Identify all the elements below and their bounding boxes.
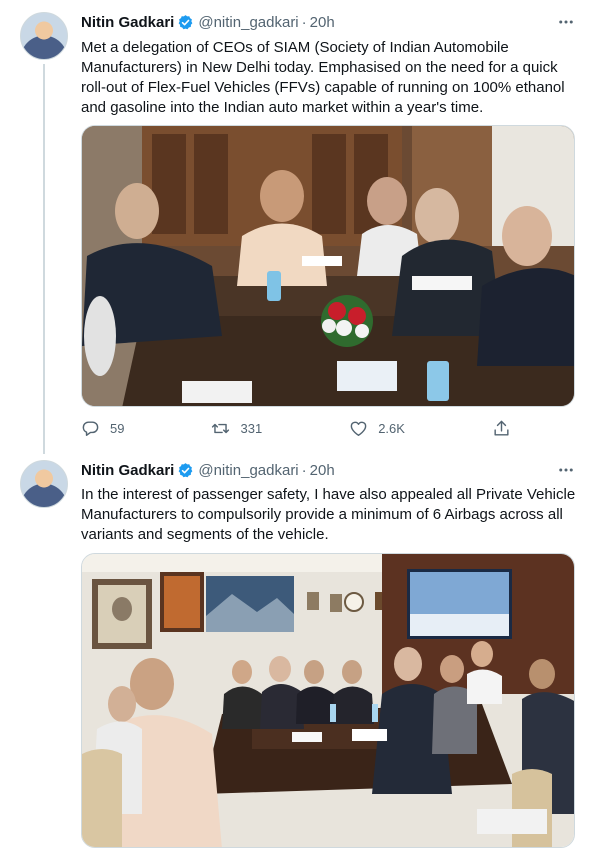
avatar[interactable] <box>20 460 68 508</box>
author-handle[interactable]: @nitin_gadkari <box>198 462 298 479</box>
reply-icon <box>82 420 99 436</box>
retweet-button[interactable]: 331 <box>211 419 262 438</box>
reply-button[interactable]: 59 <box>81 419 124 438</box>
tweet-text: Met a delegation of CEOs of SIAM (Societ… <box>81 39 565 116</box>
more-options-icon[interactable] <box>556 12 576 32</box>
retweet-icon <box>212 423 230 433</box>
tweet-actions: 59 331 2.6K <box>81 418 511 438</box>
author-handle[interactable]: @nitin_gadkari <box>198 14 298 31</box>
more-options-icon[interactable] <box>556 460 576 480</box>
author-name[interactable]: Nitin Gadkari <box>81 14 174 31</box>
reply-count: 59 <box>110 420 125 436</box>
timestamp[interactable]: 20h <box>310 14 335 31</box>
like-button[interactable]: 2.6K <box>349 419 405 438</box>
verified-badge-icon <box>178 462 193 477</box>
tweet-text: In the interest of passenger safety, I h… <box>81 486 576 543</box>
like-count: 2.6K <box>378 420 405 436</box>
like-icon <box>350 421 367 436</box>
retweet-count: 331 <box>240 420 263 436</box>
tweet-photo[interactable] <box>81 553 575 848</box>
share-icon <box>494 420 509 436</box>
timestamp[interactable]: 20h <box>310 462 335 479</box>
author-name[interactable]: Nitin Gadkari <box>81 462 174 479</box>
tweet-1[interactable]: Nitin Gadkari @nitin_gadkari · 20h Met a… <box>0 0 600 454</box>
tweet-2[interactable]: Nitin Gadkari @nitin_gadkari · 20h In th… <box>0 450 600 848</box>
separator-dot: · <box>301 13 307 31</box>
meeting-photo-image <box>82 554 574 847</box>
share-button[interactable] <box>492 419 511 438</box>
meeting-photo-image <box>82 126 574 406</box>
tweet-photo[interactable] <box>81 125 575 407</box>
tweet-header: Nitin Gadkari @nitin_gadkari · 20h <box>81 460 335 480</box>
avatar[interactable] <box>20 12 68 60</box>
verified-badge-icon <box>178 14 193 29</box>
thread-connector-line <box>43 64 45 454</box>
separator-dot: · <box>301 461 307 479</box>
tweet-header: Nitin Gadkari @nitin_gadkari · 20h <box>81 12 335 32</box>
